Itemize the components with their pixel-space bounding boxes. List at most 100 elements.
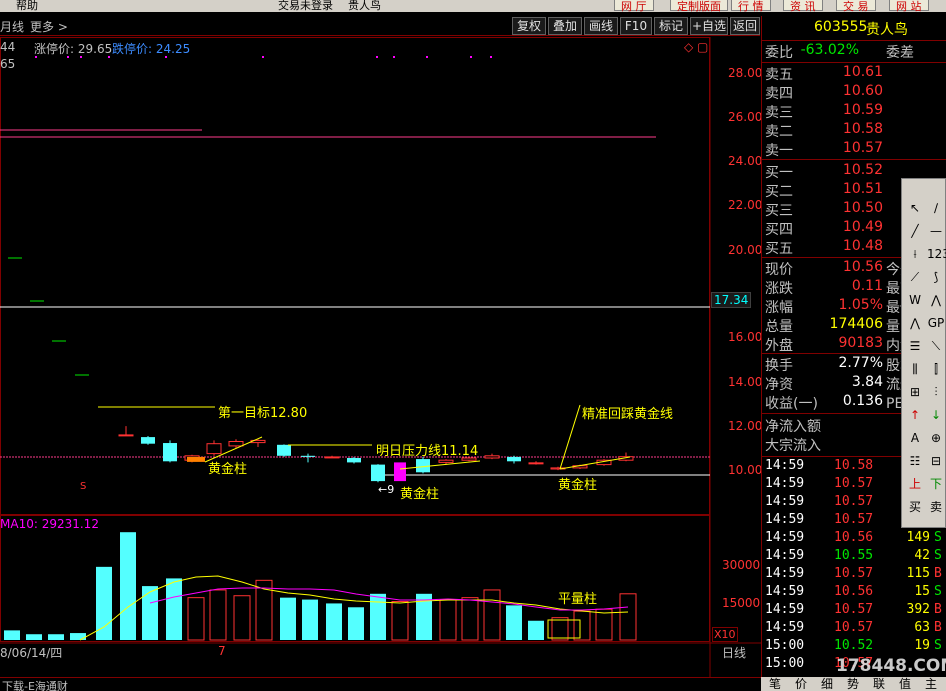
palette-tool-icon[interactable]: GP [927,314,945,332]
volume-bar [209,589,227,641]
sell-order-row[interactable]: 卖三 10.59 [762,102,946,121]
palette-tool-icon[interactable]: ⟍ [927,337,945,355]
palette-tool-icon[interactable]: A [906,429,924,447]
sell-order-row[interactable]: 卖二 10.58 [762,121,946,140]
palette-tool-icon[interactable]: ⟆ [927,268,945,286]
palette-tool-icon[interactable]: ⊟ [927,452,945,470]
quote-tab[interactable]: 值 [899,675,911,691]
period-label[interactable]: 日线 [722,644,746,661]
palette-tool-icon[interactable]: ↓ [927,406,945,424]
palette-tool-icon[interactable]: ↖ [906,199,924,217]
palette-tool-icon[interactable]: ⋀ [927,291,945,309]
sell-price: 10.61 [842,64,883,80]
sell-price: 10.57 [842,140,883,156]
sell-order-row[interactable]: 卖四 10.60 [762,83,946,102]
palette-tool-icon[interactable]: ⫶ [927,383,945,401]
tick-volume: 149 [906,530,930,545]
palette-tool-icon[interactable]: ∕ [927,199,945,217]
palette-tool-icon[interactable]: 123 [927,245,946,263]
back-button[interactable]: 返回 [730,17,760,35]
candle-body [507,456,521,462]
quote-tab[interactable]: 势 [847,675,859,691]
palette-tool-icon[interactable]: ⟊ [906,245,924,263]
quote-tab[interactable]: 细 [821,675,833,691]
volume-bar [187,597,205,641]
close-chart-icon[interactable]: ◇ ▢ [684,40,708,54]
quote-tab[interactable]: 价 [795,675,807,691]
quote-separator [762,62,946,63]
tick-side: S [934,638,942,653]
palette-tool-icon[interactable]: 卖 [927,498,945,516]
tick-row: 14:59 10.57 392 B [762,602,946,620]
volume-bar [70,633,86,640]
palette-tool-icon[interactable]: ↑ [906,406,924,424]
palette-tool-icon[interactable]: 买 [906,498,924,516]
tick-volume: 392 [906,602,930,617]
candle-body [228,441,244,447]
flat-volume-box [547,619,581,639]
sell-level-label: 卖三 [765,105,793,121]
buy-level-label: 买一 [765,165,793,181]
menu-button-custom[interactable]: 定制版面 [670,0,728,12]
f10-button[interactable]: F10 [620,17,652,35]
palette-tool-icon[interactable]: 下 [927,475,945,493]
volume-bar [142,586,158,640]
price-tick: 20.00 [728,243,763,257]
more-menu[interactable]: 更多 > [30,18,68,35]
menu-button-news[interactable]: 资 讯 [783,0,823,12]
block-inflow-label: 大宗流入 [765,438,821,454]
menu-button-hall[interactable]: 网 厅 [614,0,654,12]
tick-time: 14:59 [765,476,805,491]
period-selector[interactable]: 月线 [0,18,24,35]
tick-time: 14:59 [765,620,805,635]
volume-bar [439,599,457,641]
buy-level-label: 买二 [765,184,793,200]
volume-bar [233,595,251,641]
menu-button-quote[interactable]: 行 情 [731,0,771,12]
add-watchlist-button[interactable]: +自选 [690,17,728,35]
tick-time: 15:00 [765,656,805,671]
mark-button[interactable]: 标记 [654,17,688,35]
mark-s: S [80,481,86,492]
stock-name: 贵人鸟 [866,22,908,38]
palette-tool-icon[interactable]: ☷ [906,452,924,470]
palette-tool-icon[interactable]: ╱ [906,222,924,240]
palette-tool-icon[interactable]: ⊕ [927,429,945,447]
palette-tool-icon[interactable]: W [906,291,924,309]
watermark: 178448.COM [836,656,946,676]
sell-price: 10.59 [842,102,883,118]
adjust-button[interactable]: 复权 [512,17,546,35]
menu-button-site[interactable]: 网 站 [889,0,929,12]
palette-tool-icon[interactable]: — [927,222,945,240]
overlay-button[interactable]: 叠加 [548,17,582,35]
weibi-label: 委比 [765,45,793,61]
palette-tool-icon[interactable]: ⊞ [906,383,924,401]
quote-tab[interactable]: 联 [873,675,885,691]
download-link[interactable]: 下载-E海通财 [2,678,68,691]
volume-bars-group [4,532,637,641]
tick-volume: 63 [914,620,930,635]
price-tick: 22.00 [728,198,763,212]
palette-tool-icon[interactable]: ⋀ [906,314,924,332]
volume-bar [595,608,613,641]
palette-tool-icon[interactable]: 上 [906,475,924,493]
stat-label: 总量 [765,319,793,335]
top-marker-dot [490,56,492,58]
menu-button-trade[interactable]: 交 易 [836,0,876,12]
tick-row: 15:00 10.52 19 S [762,638,946,656]
kline-chart[interactable]: S [0,37,761,677]
sell-order-row[interactable]: 卖一 10.57 [762,140,946,159]
quote-tab[interactable]: 笔 [769,675,781,691]
tick-row: 14:59 10.56 15 S [762,584,946,602]
menu-help[interactable]: 帮助 [16,0,38,12]
palette-tool-icon[interactable]: ☰ [906,337,924,355]
sell-order-row[interactable]: 卖五 10.61 [762,64,946,83]
palette-tool-icon[interactable]: ⟋ [906,268,924,286]
date-label: 8/06/14/四 [0,646,63,660]
tick-price: 10.57 [834,620,874,635]
draw-line-button[interactable]: 画线 [584,17,618,35]
palette-tool-icon[interactable]: ⫼ [906,360,924,378]
quote-tab[interactable]: 主 [925,675,937,691]
weibi-value: -63.02% [800,42,859,58]
palette-tool-icon[interactable]: ⫿ [927,360,945,378]
